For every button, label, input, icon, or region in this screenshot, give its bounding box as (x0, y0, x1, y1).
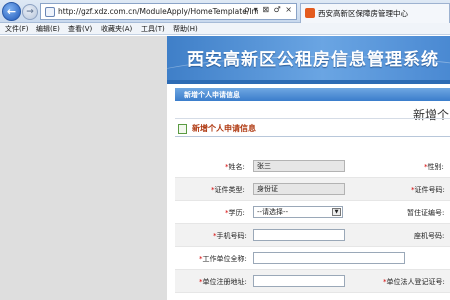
id-type-field[interactable]: 身份证 (253, 183, 345, 195)
divider (175, 200, 450, 201)
menu-view[interactable]: 查看(V) (68, 24, 92, 34)
url-text[interactable]: http://gzf.xdz.com.cn/ModuleApply/HomeTe… (58, 6, 258, 18)
edit-document-icon (178, 124, 187, 134)
chevron-down-icon[interactable]: ▼ (332, 208, 341, 216)
employer-address-input[interactable] (253, 275, 345, 287)
site-favicon-icon (305, 8, 315, 18)
address-tools[interactable]: ρ ▾ ⊠ ♂ × (244, 5, 293, 14)
panel-header: 新增个人申请信息 (175, 88, 450, 101)
id-type-label: *证件类型: (211, 186, 245, 194)
name-label: *姓名: (225, 163, 245, 171)
gender-label: *性别: (424, 163, 444, 171)
menu-bar: 文件(F) 编辑(E) 查看(V) 收藏夹(A) 工具(T) 帮助(H) (0, 23, 450, 35)
divider (175, 246, 450, 247)
page-title: 新增个 (413, 108, 450, 122)
menu-tools[interactable]: 工具(T) (141, 24, 165, 34)
divider (175, 136, 450, 137)
residence-permit-label: 暂住证编号: (407, 209, 445, 217)
divider (175, 269, 450, 270)
menu-file[interactable]: 文件(F) (5, 24, 29, 34)
id-number-label: *证件号码: (411, 186, 445, 194)
banner-title: 西安高新区公租房信息管理系统 (187, 50, 439, 70)
address-bar[interactable]: http://gzf.xdz.com.cn/ModuleApply/HomeTe… (40, 3, 297, 20)
education-label: *学历: (225, 209, 245, 217)
legal-rep-label: *单位法人登记证号: (383, 278, 445, 286)
landline-label: 座机号码: (414, 232, 445, 240)
page-icon (45, 7, 55, 17)
education-select[interactable]: --请选择-- ▼ (253, 206, 343, 218)
mobile-label: *手机号码: (213, 232, 247, 240)
menu-help[interactable]: 帮助(H) (173, 24, 198, 34)
forward-arrow-icon[interactable]: → (22, 4, 38, 20)
name-field[interactable]: 张三 (253, 160, 345, 172)
browser-toolbar: ← → http://gzf.xdz.com.cn/ModuleApply/Ho… (0, 0, 450, 23)
site-banner: 西安高新区公租房信息管理系统 (167, 36, 450, 80)
employer-address-label: *单位注册地址: (199, 278, 247, 286)
browser-tab[interactable]: 西安高新区保障房管理中心 (300, 3, 450, 23)
education-selected: --请选择-- (257, 208, 289, 216)
menu-edit[interactable]: 编辑(E) (36, 24, 60, 34)
mobile-input[interactable] (253, 229, 345, 241)
left-pane (0, 36, 167, 300)
employer-input[interactable] (253, 252, 405, 264)
panel-breadcrumb: 新增个人申请信息 (184, 91, 240, 99)
employer-label: *工作单位全称: (199, 255, 247, 263)
tab-title: 西安高新区保障房管理中心 (318, 9, 408, 18)
menu-favorites[interactable]: 收藏夹(A) (101, 24, 132, 34)
divider (175, 292, 450, 293)
back-arrow-icon[interactable]: ← (2, 2, 21, 21)
section-title: 新增个人申请信息 (192, 124, 256, 133)
main-content: 新增个人申请信息 新增个 新增个人申请信息 *姓名: 张三 *性别: *证件类型… (167, 84, 450, 300)
divider (175, 223, 450, 224)
divider (175, 177, 450, 178)
divider (175, 118, 450, 119)
